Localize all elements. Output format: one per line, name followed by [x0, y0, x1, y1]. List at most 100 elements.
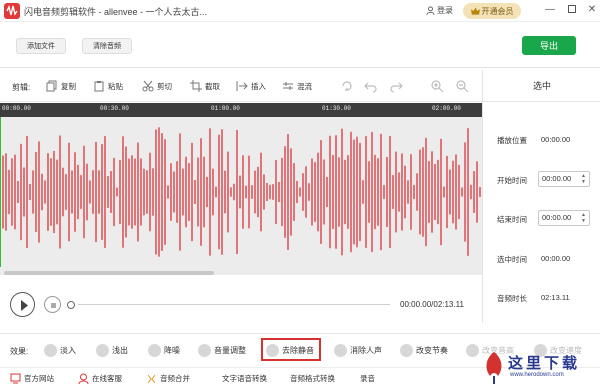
vip-label: 开通会员: [481, 6, 514, 16]
copy-button[interactable]: 复制: [46, 79, 76, 93]
selected-effect-highlight: [261, 338, 321, 361]
loop-icon[interactable]: [340, 79, 354, 93]
official-site-link[interactable]: 官方网站: [10, 373, 54, 384]
play-button[interactable]: [10, 292, 35, 317]
export-button[interactable]: 导出: [522, 36, 576, 55]
insert-button[interactable]: 插入: [236, 79, 266, 93]
official-site-label: 官方网站: [24, 374, 54, 383]
file-toolbar: 添加文件 清除音频 导出: [0, 22, 600, 68]
site-watermark: 这里下载 www.herodown.com: [482, 350, 600, 389]
undo-icon[interactable]: [364, 79, 378, 93]
crop-icon: [190, 80, 202, 92]
insert-icon: [236, 81, 248, 91]
tempo-icon: [400, 343, 413, 357]
close-button[interactable]: ✕: [586, 4, 598, 16]
start-time-stepper[interactable]: ▲ ▼: [580, 173, 587, 185]
volume-label: 音量调整: [214, 345, 246, 355]
fade-in-icon: [44, 343, 57, 357]
panel-title: 选中: [483, 70, 600, 102]
redo-icon[interactable]: [389, 79, 403, 93]
ruler-tick-3: 01:30.00: [322, 105, 351, 112]
format-convert-label: 音频格式转换: [290, 374, 335, 383]
tempo-label: 改变节奏: [416, 345, 448, 355]
end-time-value: 00:00.00: [542, 213, 572, 222]
crown-icon: [470, 7, 480, 15]
vocal-remove-label: 消除人声: [350, 345, 382, 355]
vip-button[interactable]: 开通会员: [463, 3, 521, 19]
start-time-label: 开始时间: [497, 176, 527, 185]
mix-label: 混流: [297, 81, 312, 91]
time-readout: 00:00.00/02:13.11: [400, 300, 464, 309]
mix-button[interactable]: 混流: [282, 79, 312, 93]
stop-button[interactable]: [44, 296, 61, 313]
vocal-remove-button[interactable]: 消除人声: [334, 342, 382, 358]
selection-panel: 选中 播放位置 00:00.00 开始时间 00:00.00 ▲ ▼ 结束时间 0…: [482, 70, 600, 323]
tts-label: 文字语音转换: [222, 374, 267, 383]
window-title: 闪电音频剪辑软件 - allenvee - 一个人去太古...: [24, 7, 208, 17]
paste-icon: [94, 81, 104, 92]
paste-button[interactable]: 粘贴: [93, 79, 123, 93]
play-position-value: 00:00.00: [541, 135, 571, 144]
monitor-icon: [10, 373, 21, 384]
login-button[interactable]: 登录: [426, 5, 453, 16]
timeline-ruler[interactable]: 00:00.00 00:30.00 01:00.00 01:30.00 02:0…: [0, 103, 482, 117]
fade-in-button[interactable]: 淡入: [44, 342, 76, 358]
minimize-icon: —: [545, 4, 555, 15]
fade-out-button[interactable]: 浅出: [96, 342, 128, 358]
watermark-text: 这里下载: [508, 354, 581, 372]
selection-length-label: 选中时间: [497, 255, 527, 264]
user-icon: [426, 6, 435, 15]
tts-link[interactable]: 文字语音转换: [222, 373, 267, 384]
clear-audio-button[interactable]: 清除音频: [82, 38, 132, 54]
denoise-label: 降噪: [164, 345, 180, 355]
fade-in-label: 淡入: [60, 345, 76, 355]
end-time-label: 结束时间: [497, 215, 527, 224]
edit-label: 剪辑:: [12, 83, 31, 92]
ruler-tick-1: 00:30.00: [100, 105, 129, 112]
tempo-button[interactable]: 改变节奏: [400, 342, 448, 358]
start-time-value: 00:00.00: [542, 174, 572, 183]
ruler-tick-2: 01:00.00: [211, 105, 240, 112]
denoise-button[interactable]: 降噪: [148, 342, 180, 358]
audio-merge-link[interactable]: 音频合并: [146, 373, 190, 384]
playback-bar: 00:00.00/02:13.11: [0, 288, 482, 322]
paste-label: 粘贴: [108, 81, 123, 91]
effects-label: 效果:: [10, 347, 29, 356]
fade-out-icon: [96, 343, 109, 357]
copy-icon: [46, 80, 57, 92]
end-time-stepper[interactable]: ▲ ▼: [580, 212, 587, 224]
seek-track[interactable]: [78, 304, 390, 305]
play-icon: [21, 300, 28, 311]
stop-icon: [51, 303, 56, 308]
minimize-button[interactable]: —: [544, 4, 556, 16]
audio-waveform[interactable]: [0, 117, 482, 267]
record-label: 录音: [360, 374, 375, 383]
end-time-input[interactable]: 00:00.00 ▲ ▼: [538, 210, 590, 226]
insert-label: 插入: [251, 81, 266, 91]
zoom-out-icon[interactable]: [455, 79, 469, 93]
online-service-label: 在线客服: [92, 374, 122, 383]
close-icon: ✕: [587, 4, 597, 15]
merge-icon: [147, 374, 156, 384]
title-bar: 闪电音频剪辑软件 - allenvee - 一个人去太古... 登录 开通会员 …: [0, 0, 600, 22]
record-link[interactable]: 录音: [360, 373, 375, 384]
start-time-input[interactable]: 00:00.00 ▲ ▼: [538, 171, 590, 187]
seek-handle[interactable]: [67, 301, 75, 309]
cut-button[interactable]: 剪切: [142, 79, 172, 93]
maximize-button[interactable]: [566, 4, 578, 16]
selection-length-value: 00:00.00: [541, 254, 571, 263]
mix-icon: [283, 82, 293, 90]
audio-merge-label: 音频合并: [160, 374, 190, 383]
horizontal-scrollbar[interactable]: [4, 271, 214, 275]
crop-button[interactable]: 截取: [190, 79, 220, 93]
volume-button[interactable]: 音量调整: [198, 342, 246, 358]
play-position-label: 播放位置: [497, 136, 527, 145]
zoom-in-icon[interactable]: [430, 79, 444, 93]
online-service-link[interactable]: 在线客服: [78, 373, 122, 384]
format-convert-link[interactable]: 音频格式转换: [290, 373, 335, 384]
add-file-button[interactable]: 添加文件: [16, 38, 66, 54]
waveform-panel[interactable]: 00:00.00 00:30.00 01:00.00 01:30.00 02:0…: [0, 103, 482, 275]
fade-out-label: 浅出: [112, 345, 128, 355]
app-logo-icon: [4, 3, 20, 19]
audio-length-value: 02:13.11: [541, 293, 570, 302]
